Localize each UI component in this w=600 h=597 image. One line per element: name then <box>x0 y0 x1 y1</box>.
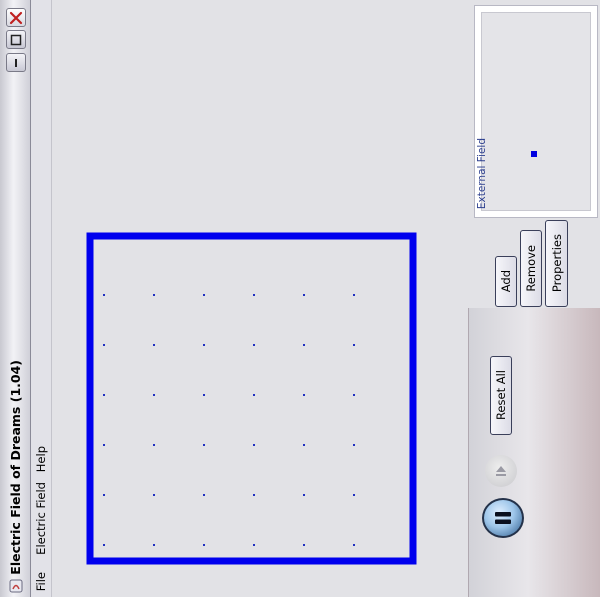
remove-button[interactable]: Remove <box>520 230 542 307</box>
close-icon <box>9 11 23 24</box>
title-bar: Electric Field of Dreams (1.04) <box>0 0 31 597</box>
field-sample-dot <box>203 394 205 396</box>
field-sample-dot <box>153 344 155 346</box>
eject-button[interactable] <box>485 455 517 487</box>
field-sample-dot <box>103 344 105 346</box>
menu-bar: File Electric Field Help <box>31 0 52 597</box>
field-sample-dot <box>153 394 155 396</box>
field-sample-dot <box>253 544 255 546</box>
external-field-display[interactable] <box>481 12 591 211</box>
minimize-icon <box>15 58 17 67</box>
field-sample-dot <box>103 444 105 446</box>
external-field-vector[interactable] <box>531 151 537 157</box>
field-sample-dot <box>253 394 255 396</box>
maximize-button[interactable] <box>6 30 26 49</box>
field-sample-dot <box>353 444 355 446</box>
reset-all-button[interactable]: Reset All <box>490 356 512 435</box>
field-sample-dot <box>103 544 105 546</box>
field-sample-dot <box>153 494 155 496</box>
maximize-icon <box>10 34 22 45</box>
grid-dots <box>103 294 355 546</box>
field-sample-dot <box>303 344 305 346</box>
field-sample-dot <box>303 294 305 296</box>
field-sample-dot <box>203 444 205 446</box>
menu-file[interactable]: File <box>34 572 48 591</box>
reset-all-button-label: Reset All <box>494 370 508 421</box>
properties-button[interactable]: Properties <box>545 220 568 307</box>
field-sample-dot <box>253 344 255 346</box>
field-sample-dot <box>253 444 255 446</box>
pause-button[interactable] <box>482 498 524 538</box>
field-sample-dot <box>353 344 355 346</box>
field-sample-dot <box>353 294 355 296</box>
field-area <box>86 232 417 565</box>
field-sample-dot <box>103 494 105 496</box>
field-sample-dot <box>203 494 205 496</box>
app-icon <box>9 579 23 593</box>
menu-help[interactable]: Help <box>34 446 48 472</box>
close-button[interactable] <box>6 8 26 27</box>
remove-button-label: Remove <box>524 245 538 292</box>
field-sample-dot <box>153 294 155 296</box>
field-sample-dot <box>153 444 155 446</box>
pause-icon <box>495 512 511 524</box>
field-sample-dot <box>303 544 305 546</box>
simulation-canvas[interactable] <box>52 0 468 597</box>
field-sample-dot <box>103 394 105 396</box>
field-sample-dot <box>303 494 305 496</box>
external-field-label: External Field <box>476 137 488 209</box>
add-button[interactable]: Add <box>495 256 517 307</box>
field-sample-dot <box>203 344 205 346</box>
field-sample-dot <box>303 444 305 446</box>
field-sample-dot <box>203 294 205 296</box>
field-sample-dot <box>353 544 355 546</box>
external-field-panel[interactable]: External Field <box>474 5 598 218</box>
control-panel <box>468 308 600 597</box>
field-sample-dot <box>353 494 355 496</box>
eject-icon <box>496 466 506 476</box>
field-sample-dot <box>353 394 355 396</box>
field-sample-dot <box>303 394 305 396</box>
field-sample-dot <box>203 544 205 546</box>
add-button-label: Add <box>499 270 513 293</box>
window-title: Electric Field of Dreams (1.04) <box>8 360 23 575</box>
menu-electric-field[interactable]: Electric Field <box>34 482 48 555</box>
field-sample-dot <box>153 544 155 546</box>
field-boundary <box>86 232 417 565</box>
minimize-button[interactable] <box>6 53 26 72</box>
field-sample-dot <box>253 494 255 496</box>
properties-button-label: Properties <box>549 234 564 293</box>
field-sample-dot <box>253 294 255 296</box>
field-sample-dot <box>103 294 105 296</box>
